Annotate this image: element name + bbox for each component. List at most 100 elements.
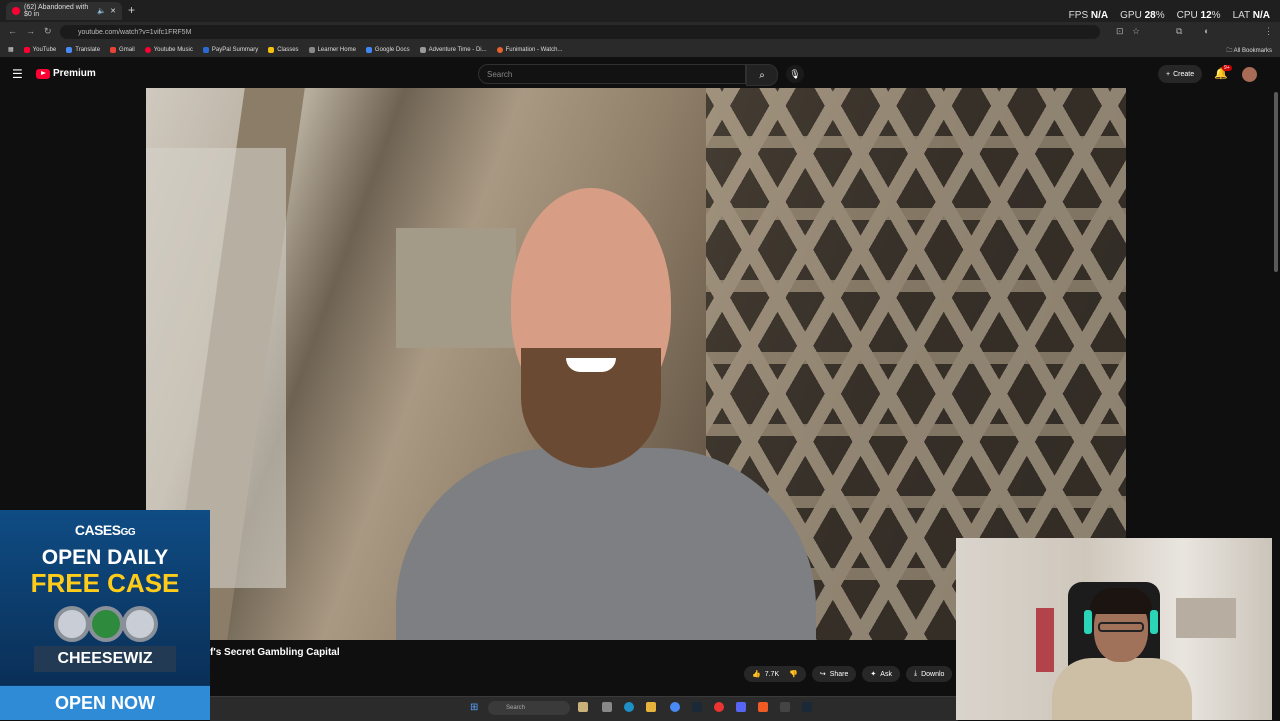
browser-tab[interactable]: (62) Abandoned with $0 in 🔈 ✕ [6, 2, 122, 20]
bookmark-label: YouTube [32, 46, 57, 53]
bookmark-learner-home[interactable]: Learner Home [308, 46, 356, 53]
tab-title: (62) Abandoned with $0 in [24, 4, 89, 18]
bookmark-label: PayPal Summary [211, 46, 259, 53]
windows-start-icon[interactable]: ⊞ [470, 702, 478, 713]
webcam-boxes [1036, 608, 1054, 672]
discord-icon[interactable] [736, 702, 746, 712]
classroom-icon [268, 46, 275, 53]
notification-badge: 9+ [1222, 65, 1232, 71]
steam-icon[interactable] [802, 702, 812, 712]
scrollbar-thumb[interactable] [1274, 92, 1278, 272]
bookmark-adventure-time[interactable]: Adventure Time - Di... [419, 46, 487, 53]
ask-button[interactable]: ✦ Ask [862, 666, 900, 682]
like-count: 7.7K [764, 670, 780, 678]
watch-icon [88, 606, 124, 642]
gpu-stat: GPU 28% [1120, 10, 1165, 21]
task-view-icon[interactable] [602, 702, 612, 712]
widgets-icon[interactable] [578, 702, 588, 712]
presenter-shirt [396, 448, 816, 640]
create-label: Create [1173, 70, 1195, 78]
ad-headline: OPEN DAILY [41, 546, 169, 569]
streamer-glasses [1098, 622, 1144, 632]
edge-icon[interactable] [624, 702, 634, 712]
thumbs-down-icon[interactable]: 👎 [789, 670, 798, 678]
funimation-icon [496, 46, 503, 53]
streamer-torso [1052, 658, 1192, 720]
search-input[interactable]: Search [478, 64, 746, 84]
app-icon[interactable] [714, 702, 724, 712]
forward-icon[interactable]: → [26, 26, 35, 36]
youtube-favicon-icon [12, 7, 20, 15]
watch-icon [122, 606, 158, 642]
bookmark-youtube[interactable]: YouTube [23, 46, 57, 53]
bookmark-label: Classes [277, 46, 299, 53]
file-explorer-icon[interactable] [646, 702, 656, 712]
youtube-logo[interactable]: Premium [36, 68, 96, 79]
youtube-icon [23, 46, 30, 53]
share-button[interactable]: ↪ Share [811, 666, 857, 682]
steam-icon[interactable] [692, 702, 702, 712]
bookmark-star-icon[interactable]: ☆ [1132, 26, 1140, 37]
paypal-icon [202, 46, 209, 53]
site-icon [419, 46, 426, 53]
fps-stat: FPS N/A [1068, 10, 1109, 21]
ask-label: Ask [880, 670, 892, 678]
bookmarks-bar: ▦ YouTube Translate Gmail Youtube Music … [0, 42, 1280, 58]
menu-dots-icon[interactable]: ⋮ [1264, 26, 1273, 37]
headphone-icon [1084, 610, 1092, 634]
performance-overlay: FPS N/A GPU 28% CPU 12% LAT N/A [1069, 10, 1270, 21]
apps-icon[interactable]: ▦ [8, 46, 14, 53]
search-icon: ⌕ [759, 69, 765, 81]
profile-icon[interactable]: ◐ [1204, 26, 1209, 36]
bookmark-youtube-music[interactable]: Youtube Music [144, 46, 193, 53]
menu-icon[interactable]: ☰ [12, 67, 23, 81]
voice-search-button[interactable]: 🎙 [786, 65, 804, 83]
bookmark-classes[interactable]: Classes [268, 46, 299, 53]
webcam-shelf [1176, 598, 1236, 638]
video-actions: 👍 7.7K 👎 ↪ Share ✦ Ask ⤓ Downlo [744, 666, 953, 682]
all-bookmarks-button[interactable]: 🗀 All Bookmarks [1226, 46, 1272, 56]
bookmark-funimation[interactable]: Funimation - Watch... [496, 46, 562, 53]
bookmark-gmail[interactable]: Gmail [110, 46, 135, 53]
brave-icon[interactable] [758, 702, 768, 712]
bookmark-translate[interactable]: Translate [66, 46, 100, 53]
ad-promo-code: CHEESEWIZ [34, 646, 176, 672]
gmail-icon [110, 46, 117, 53]
download-icon: ⤓ [913, 670, 918, 677]
sparkle-icon: ✦ [870, 671, 877, 678]
extensions-icon[interactable]: ⧉ [1176, 26, 1182, 37]
bookmark-paypal[interactable]: PayPal Summary [202, 46, 259, 53]
speaker-icon[interactable]: 🔈 [97, 7, 106, 15]
presenter-mouth [566, 358, 616, 372]
like-button[interactable]: 👍 7.7K 👎 [744, 666, 806, 682]
mic-icon: 🎙 [789, 68, 801, 79]
video-title: f's Secret Gambling Capital [210, 647, 340, 658]
download-button[interactable]: ⤓ Downlo [905, 666, 953, 682]
logo-text: Premium [53, 68, 96, 79]
lat-stat: LAT N/A [1232, 10, 1270, 21]
url-text: youtube.com/watch?v=1vifc1FRF5M [78, 28, 192, 36]
create-button[interactable]: + Create [1158, 65, 1203, 83]
back-icon[interactable]: ← [8, 26, 17, 36]
plus-icon: + [1166, 70, 1171, 78]
bookmark-label: Learner Home [317, 46, 356, 53]
close-tab-icon[interactable]: ✕ [110, 7, 116, 15]
youtube-play-icon [36, 68, 50, 79]
watch-icon [54, 606, 90, 642]
new-tab-button[interactable]: + [128, 3, 135, 17]
url-input[interactable]: youtube.com/watch?v=1vifc1FRF5M [60, 25, 1100, 39]
ad-brand: CASESGG [74, 522, 136, 538]
streamer-hair [1090, 588, 1152, 614]
search-button[interactable]: ⌕ [746, 64, 778, 86]
chrome-icon[interactable] [670, 702, 680, 712]
reload-icon[interactable]: ↻ [44, 26, 52, 37]
app-icon[interactable] [780, 702, 790, 712]
learner-icon [308, 46, 315, 53]
bookmark-google-docs[interactable]: Google Docs [365, 46, 410, 53]
install-icon[interactable]: ⊡ [1116, 26, 1124, 37]
taskbar-search-input[interactable]: Search [488, 701, 570, 715]
avatar[interactable] [1242, 67, 1257, 82]
sponsor-ad[interactable]: CASESGG OPEN DAILY FREE CASE CHEESEWIZ O… [0, 510, 210, 720]
bookmark-label: Youtube Music [153, 46, 193, 53]
ad-open-now-button[interactable]: OPEN NOW [0, 686, 210, 720]
